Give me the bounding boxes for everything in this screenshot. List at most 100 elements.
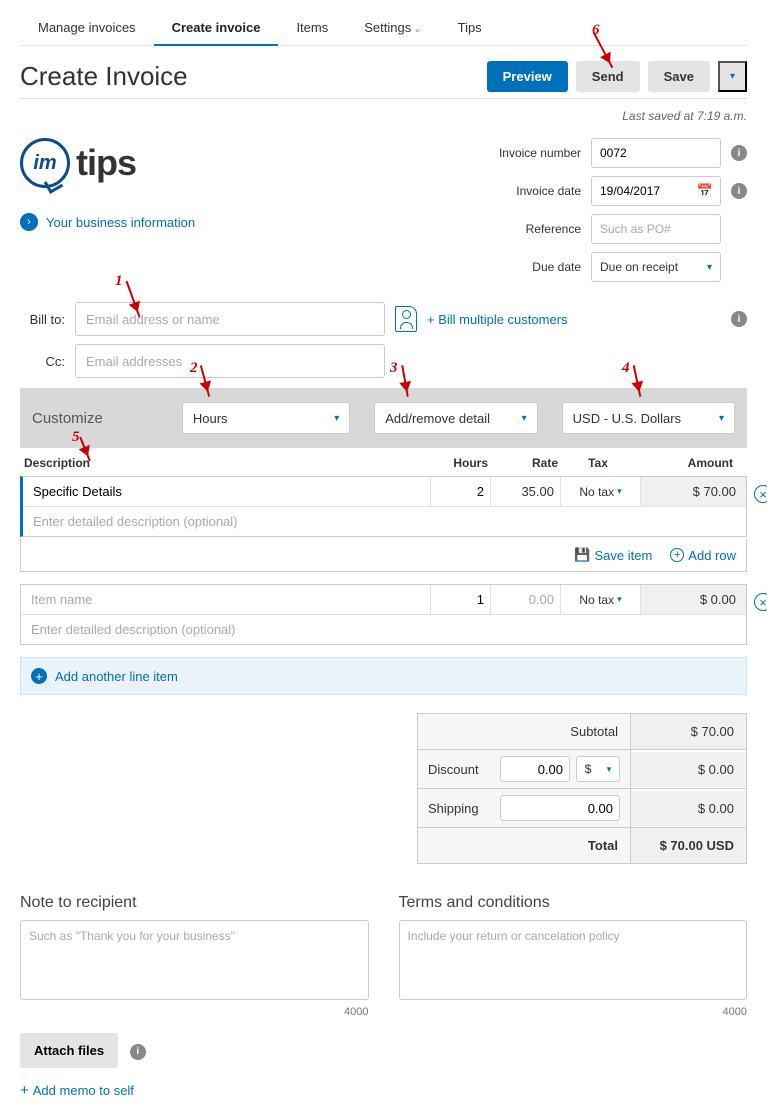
- chevron-down-icon: ▾: [334, 413, 339, 424]
- item-hours-input[interactable]: [431, 484, 484, 499]
- chevron-right-icon: ›: [20, 213, 38, 231]
- business-logo: im tips: [20, 138, 220, 188]
- item-rate-input[interactable]: [491, 592, 554, 607]
- discount-label: Discount: [428, 762, 479, 777]
- col-hours: Hours: [428, 456, 488, 470]
- invoice-number-label: Invoice number: [471, 146, 581, 160]
- item-name-input[interactable]: [33, 484, 420, 499]
- customize-label: Customize: [32, 410, 103, 427]
- save-icon: 💾: [574, 547, 590, 563]
- bill-to-input[interactable]: [75, 302, 385, 336]
- terms-count: 4000: [399, 1006, 748, 1018]
- quantity-type-select[interactable]: Hours ▾: [182, 402, 350, 434]
- add-row-label: Add row: [688, 548, 736, 563]
- plus-icon: +: [670, 548, 684, 562]
- tab-settings[interactable]: Settings⌄: [346, 10, 439, 45]
- info-icon[interactable]: i: [130, 1044, 146, 1060]
- info-icon[interactable]: i: [731, 311, 747, 327]
- save-button[interactable]: Save: [648, 61, 710, 92]
- chevron-down-icon: ⌄: [413, 24, 421, 35]
- subtotal-label: Subtotal: [418, 714, 631, 749]
- plus-icon: +: [31, 668, 47, 684]
- save-item-label: Save item: [594, 548, 652, 563]
- item-amount: $ 70.00: [641, 477, 746, 506]
- last-saved-text: Last saved at 7:19 a.m.: [20, 109, 747, 123]
- discount-amount: $ 0.00: [631, 752, 746, 787]
- shipping-label: Shipping: [428, 801, 479, 816]
- total-value: $ 70.00 USD: [631, 828, 746, 863]
- subtotal-value: $ 70.00: [631, 714, 746, 749]
- info-icon[interactable]: i: [731, 145, 747, 161]
- business-info-link[interactable]: › Your business information: [20, 213, 220, 231]
- shipping-amount: $ 0.00: [631, 791, 746, 826]
- add-memo-link[interactable]: Add memo to self: [20, 1082, 747, 1099]
- preview-button[interactable]: Preview: [487, 61, 568, 92]
- item-hours-input[interactable]: [431, 592, 484, 607]
- line-item: No tax▾ $ 0.00 ×: [20, 584, 747, 645]
- reference-label: Reference: [471, 222, 581, 236]
- tab-tips[interactable]: Tips: [440, 10, 500, 45]
- business-info-label: Your business information: [46, 215, 195, 230]
- note-recipient-textarea[interactable]: [20, 920, 369, 1000]
- shipping-input[interactable]: [500, 795, 620, 821]
- col-amount: Amount: [638, 456, 743, 470]
- divider: [20, 98, 747, 99]
- cc-label: Cc:: [20, 354, 65, 369]
- item-name-input[interactable]: [31, 592, 420, 607]
- discount-input[interactable]: [500, 756, 570, 782]
- chevron-down-icon: ▾: [719, 413, 724, 424]
- contact-icon[interactable]: [395, 306, 417, 332]
- col-rate: Rate: [488, 456, 558, 470]
- add-line-item-button[interactable]: + Add another line item: [20, 657, 747, 695]
- currency-value: USD - U.S. Dollars: [573, 411, 681, 426]
- due-date-select[interactable]: Due on receipt▾: [591, 252, 721, 282]
- terms-textarea[interactable]: [399, 920, 748, 1000]
- tab-items[interactable]: Items: [278, 10, 346, 45]
- chevron-down-icon: ▾: [617, 594, 622, 605]
- add-line-label: Add another line item: [55, 669, 178, 684]
- top-tabs: Manage invoices Create invoice Items Set…: [20, 10, 747, 46]
- discount-unit-select[interactable]: $▾: [576, 756, 620, 782]
- line-item: No tax▾ $ 70.00 ×: [20, 476, 747, 537]
- remove-item-button[interactable]: ×: [754, 593, 767, 611]
- currency-select[interactable]: USD - U.S. Dollars ▾: [562, 402, 735, 434]
- item-rate-input[interactable]: [491, 484, 554, 499]
- detail-select[interactable]: Add/remove detail▾: [374, 402, 537, 434]
- item-tax-select[interactable]: No tax▾: [561, 477, 641, 506]
- item-tax-value: No tax: [579, 485, 614, 499]
- item-description-input[interactable]: [31, 622, 736, 637]
- tab-settings-label: Settings: [364, 20, 411, 35]
- item-actions: 💾 Save item + Add row: [20, 539, 747, 572]
- page-title: Create Invoice: [20, 61, 188, 92]
- add-row-button[interactable]: + Add row: [670, 547, 736, 563]
- save-item-button[interactable]: 💾 Save item: [574, 547, 652, 563]
- invoice-number-input[interactable]: [591, 138, 721, 168]
- bill-to-label: Bill to:: [20, 312, 65, 327]
- chevron-down-icon: ▾: [707, 262, 712, 273]
- attach-files-button[interactable]: Attach files: [20, 1033, 118, 1068]
- tab-create-invoice[interactable]: Create invoice: [154, 10, 279, 45]
- attach-files-label: Attach files: [34, 1043, 104, 1058]
- logo-badge-icon: im: [20, 138, 70, 188]
- bill-multiple-link[interactable]: + Bill multiple customers: [427, 312, 568, 327]
- cc-input[interactable]: [75, 344, 385, 378]
- quantity-type-value: Hours: [193, 411, 228, 426]
- note-recipient-title: Note to recipient: [20, 894, 369, 912]
- invoice-date-label: Invoice date: [471, 184, 581, 198]
- save-dropdown-button[interactable]: ▾: [718, 61, 747, 92]
- tab-manage-invoices[interactable]: Manage invoices: [20, 10, 154, 45]
- col-tax: Tax: [558, 456, 638, 470]
- item-description-input[interactable]: [33, 514, 736, 529]
- item-tax-select[interactable]: No tax▾: [561, 585, 641, 614]
- detail-value: Add/remove detail: [385, 411, 490, 426]
- remove-item-button[interactable]: ×: [754, 485, 767, 503]
- total-label: Total: [418, 828, 631, 863]
- logo-text: tips: [76, 142, 136, 184]
- reference-input[interactable]: [591, 214, 721, 244]
- calendar-icon[interactable]: 📅: [697, 183, 713, 199]
- terms-title: Terms and conditions: [399, 894, 748, 912]
- chevron-down-icon: ▾: [607, 764, 612, 775]
- totals-table: Subtotal $ 70.00 Discount $▾ $ 0.00 Ship…: [417, 713, 747, 864]
- add-memo-label: Add memo to self: [33, 1083, 134, 1098]
- info-icon[interactable]: i: [731, 183, 747, 199]
